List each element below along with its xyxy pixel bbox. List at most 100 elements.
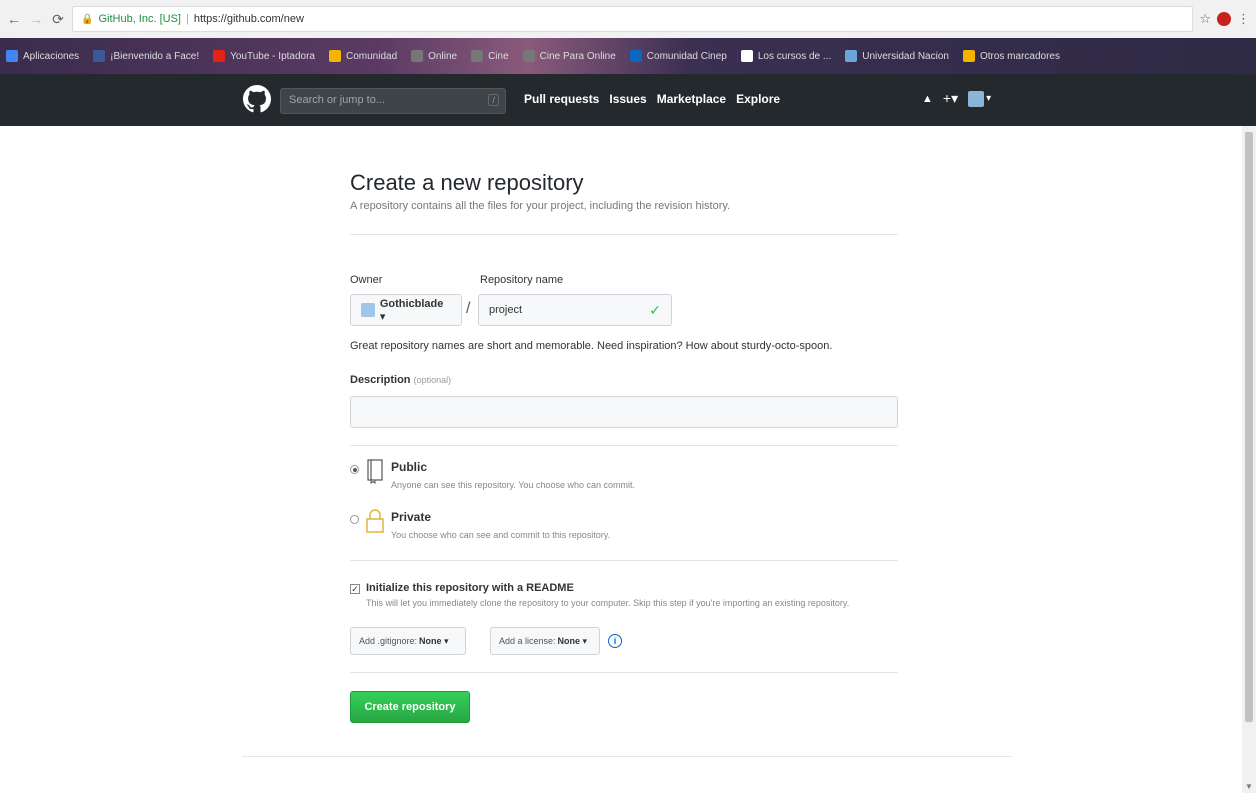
description-label-text: Description — [350, 374, 411, 386]
owner-avatar — [361, 303, 375, 317]
repository-name-value: project — [489, 304, 523, 316]
divider — [350, 672, 898, 673]
bookmark-item[interactable]: Comunidad Cinep — [629, 50, 727, 62]
bookmark-item[interactable]: Online — [411, 50, 457, 62]
chevron-down-icon: ▾ — [986, 93, 992, 104]
public-title: Public — [391, 460, 428, 474]
divider — [350, 560, 898, 561]
owner-select[interactable]: Gothicblade ▾ — [350, 294, 462, 326]
new-repo-form: Create a new repository A repository con… — [350, 170, 898, 723]
bookmark-label: Cine Para Online — [539, 50, 616, 62]
bookmark-item[interactable]: ¡Bienvenido a Face! — [93, 50, 199, 62]
name-hint: Great repository names are short and mem… — [350, 340, 833, 352]
bookmark-label: Comunidad — [346, 50, 398, 62]
check-icon: ✓ — [649, 302, 661, 318]
search-placeholder: Search or jump to... — [289, 94, 385, 106]
repository-name-input[interactable]: project ✓ — [478, 294, 672, 326]
bookmark-item[interactable]: YouTube - Iptadora — [213, 50, 315, 62]
private-radio[interactable] — [350, 515, 359, 524]
private-description: You choose who can see and commit to thi… — [391, 530, 611, 540]
owner-repo-separator: / — [466, 300, 471, 317]
bookmark-label: Comunidad Cinep — [646, 50, 727, 62]
bookmarks-bar: Aplicaciones ¡Bienvenido a Face! YouTube -… — [0, 38, 1256, 74]
bookmark-icon — [522, 50, 535, 62]
bookmark-icon — [329, 50, 341, 62]
init-readme-option[interactable]: ✓ Initialize this repository with a READ… — [350, 582, 849, 608]
bookmark-item[interactable]: Los cursos de ... — [740, 50, 831, 62]
nav-pull-requests[interactable]: Pull requests — [524, 92, 599, 106]
forward-arrow-icon[interactable]: → — [28, 11, 44, 27]
repo-book-icon — [367, 459, 383, 484]
lock-icon — [366, 509, 384, 533]
license-value: None ▾ — [557, 635, 588, 646]
youtube-icon — [213, 50, 226, 62]
public-radio[interactable] — [350, 465, 359, 474]
bookmark-item[interactable]: Cine Para Online — [522, 50, 616, 62]
page-subtitle: A repository contains all the files for … — [350, 200, 731, 212]
bookmark-label: Universidad Nacion — [862, 50, 949, 62]
bookmark-icon — [411, 50, 424, 62]
search-shortcut-key: / — [488, 94, 499, 106]
owner-value: Gothicblade ▾ — [379, 297, 444, 323]
nav-marketplace[interactable]: Marketplace — [657, 92, 726, 106]
back-arrow-icon[interactable]: ← — [6, 11, 22, 27]
public-description: Anyone can see this repository. You choo… — [391, 480, 635, 490]
gitignore-select[interactable]: Add .gitignore: None ▾ — [350, 627, 466, 655]
private-title: Private — [391, 510, 432, 524]
github-header: Search or jump to... / Pull requests Iss… — [0, 74, 1256, 126]
search-input[interactable]: Search or jump to... / — [280, 88, 506, 114]
create-repository-button[interactable]: Create repository — [350, 691, 470, 723]
scrollbar-thumb[interactable] — [1245, 132, 1253, 722]
bookmark-item[interactable]: Otros marcadores — [962, 50, 1060, 62]
apps-icon — [6, 50, 18, 62]
extension-icon[interactable] — [1217, 12, 1231, 26]
bookmark-icon — [845, 50, 858, 62]
lock-icon: 🔒 — [81, 13, 94, 25]
secure-site-label: GitHub, Inc. [US] — [98, 13, 181, 25]
bookmark-star-icon[interactable]: ☆ — [1199, 11, 1211, 27]
folder-icon — [962, 50, 975, 62]
license-select[interactable]: Add a license: None ▾ — [490, 627, 600, 655]
github-logo-icon[interactable] — [243, 85, 271, 113]
gitignore-prefix: Add .gitignore: — [359, 636, 418, 646]
description-label: Description (optional) — [350, 374, 451, 386]
nav-explore[interactable]: Explore — [736, 92, 780, 106]
nav-issues[interactable]: Issues — [609, 92, 646, 106]
optional-tag: (optional) — [413, 375, 452, 385]
public-option[interactable]: Public Anyone can see this repository. Y… — [350, 458, 635, 490]
license-prefix: Add a license: — [499, 636, 556, 646]
bookmark-item[interactable]: Comunidad — [329, 50, 397, 62]
avatar-dropdown[interactable]: ▾ — [968, 90, 992, 107]
header-right: ▲ +▾ ▾ — [922, 90, 991, 107]
plus-dropdown-icon[interactable]: +▾ — [943, 90, 958, 107]
description-input[interactable] — [350, 396, 898, 428]
scroll-down-icon[interactable]: ▼ — [1245, 782, 1253, 791]
divider — [350, 234, 898, 235]
private-option[interactable]: Private You choose who can see and commi… — [350, 508, 610, 540]
bookmark-item[interactable]: Universidad Nacion — [845, 50, 949, 62]
bookmark-item[interactable]: Aplicaciones — [6, 50, 79, 62]
url-text: https://github.com/new — [193, 13, 304, 25]
page-title: Create a new repository — [350, 170, 584, 195]
bookmark-label: YouTube - Iptadora — [230, 50, 315, 62]
bookmark-label: Aplicaciones — [23, 50, 80, 62]
gitignore-value: None ▾ — [419, 635, 449, 646]
divider — [350, 445, 898, 446]
bookmark-item[interactable]: Cine — [471, 50, 509, 62]
init-readme-description: This will let you immediately clone the … — [366, 598, 850, 608]
url-bar[interactable]: 🔒 GitHub, Inc. [US] | https://github.com… — [72, 6, 1194, 32]
scrollbar[interactable]: ▼ — [1242, 126, 1256, 793]
bell-icon[interactable]: ▲ — [922, 93, 933, 105]
owner-label: Owner — [350, 274, 383, 286]
bookmark-label: Otros marcadores — [979, 50, 1060, 62]
browser-menu-icon[interactable]: ⋮ — [1237, 11, 1250, 27]
avatar — [968, 90, 985, 107]
bookmark-icon — [471, 50, 484, 62]
init-readme-checkbox[interactable]: ✓ — [350, 584, 360, 594]
info-icon[interactable]: i — [608, 634, 622, 648]
footer-divider — [242, 756, 1012, 757]
reload-icon[interactable]: ⟳ — [50, 11, 66, 27]
bookmark-label: Cine — [488, 50, 509, 62]
bookmark-icon — [629, 50, 642, 62]
bookmark-label: ¡Bienvenido a Face! — [110, 50, 200, 62]
